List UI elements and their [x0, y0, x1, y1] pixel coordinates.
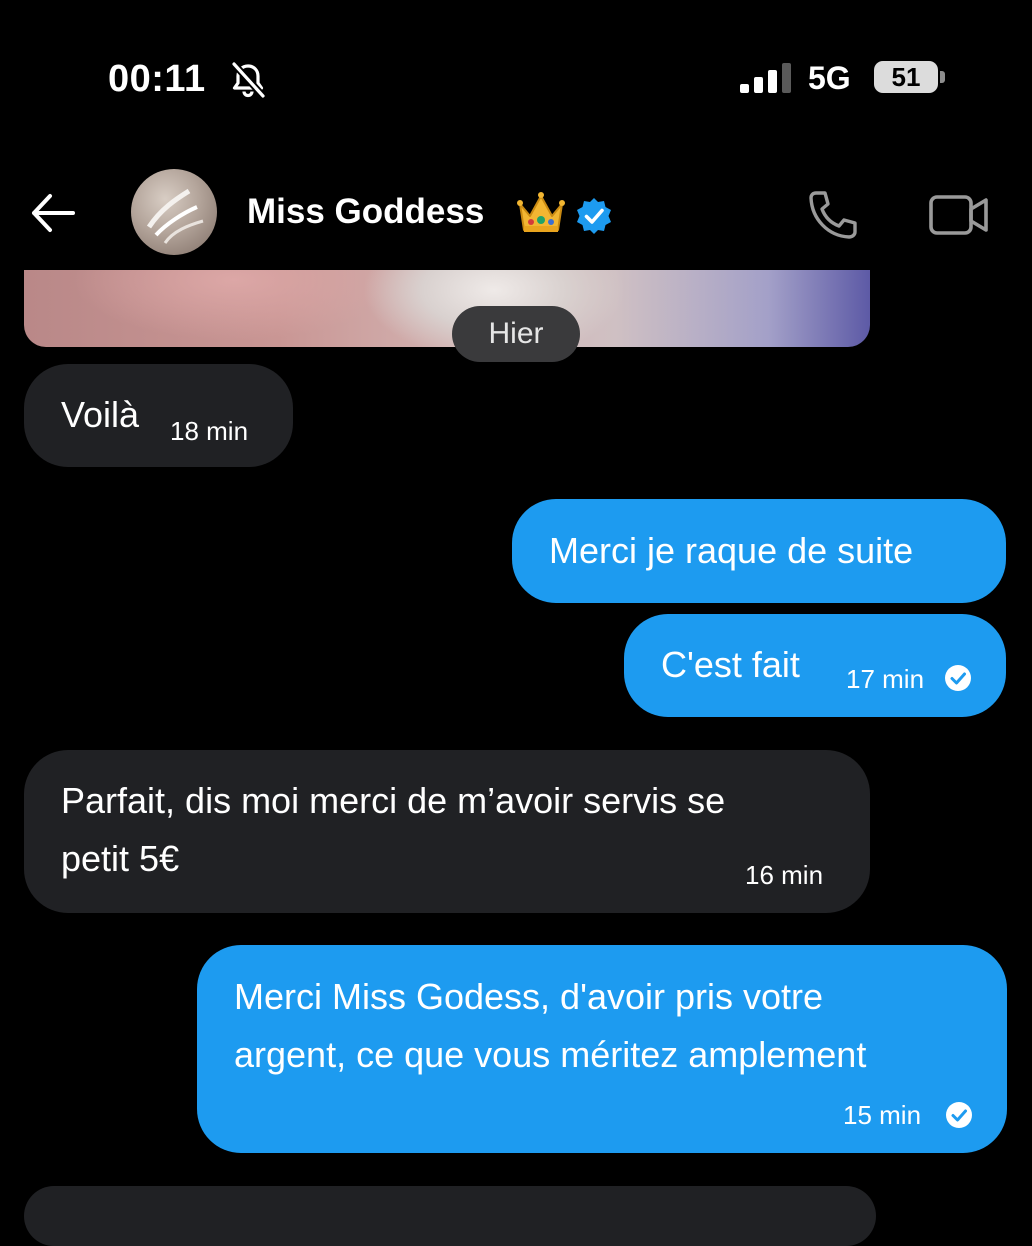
message-text: Merci je raque de suite [549, 530, 914, 571]
contact-name[interactable]: Miss Goddess [247, 192, 484, 232]
phone-icon[interactable] [806, 190, 860, 240]
battery-tip [940, 71, 945, 83]
status-time: 00:11 [108, 58, 206, 100]
message-time: 18 min [170, 416, 249, 446]
media-preview-image[interactable] [24, 270, 870, 347]
message-bubble-incoming[interactable]: Parfait, dis moi merci de m’avoir servis… [24, 750, 870, 913]
contact-avatar[interactable] [131, 169, 217, 255]
back-arrow-icon[interactable] [30, 192, 76, 234]
signal-icon [740, 63, 791, 93]
message-time: 17 min [846, 664, 925, 694]
date-separator: Hier [452, 306, 580, 362]
message-bubble-incoming[interactable]: Voilà 18 min [24, 364, 293, 467]
message-time: 15 min [843, 1100, 922, 1130]
message-bubble-outgoing[interactable]: Merci je raque de suite [512, 499, 1006, 603]
message-bubble-outgoing[interactable]: Merci Miss Godess, d'avoir pris votre ar… [197, 945, 1007, 1153]
message-text-line: petit 5€ [61, 838, 180, 879]
video-camera-icon[interactable] [928, 193, 990, 237]
bell-slash-icon [231, 61, 266, 99]
battery-indicator: 51 [874, 61, 938, 93]
message-bubble-incoming-partial[interactable] [24, 1186, 876, 1246]
message-text: C'est fait [661, 644, 800, 685]
message-bubble-outgoing[interactable]: C'est fait 17 min [624, 614, 1006, 717]
read-check-icon [946, 1102, 972, 1128]
verified-badge-icon [577, 198, 611, 234]
message-text-line: argent, ce que vous méritez amplement [234, 1034, 867, 1075]
message-text-line: Parfait, dis moi merci de m’avoir servis… [61, 780, 726, 821]
message-text-line: Merci Miss Godess, d'avoir pris votre [234, 976, 824, 1017]
message-time: 16 min [745, 860, 824, 890]
crown-emoji-icon [517, 192, 565, 232]
network-type: 5G [808, 60, 851, 96]
message-text: Voilà [61, 394, 140, 435]
read-check-icon [945, 665, 971, 691]
avatar-photo [146, 188, 204, 244]
